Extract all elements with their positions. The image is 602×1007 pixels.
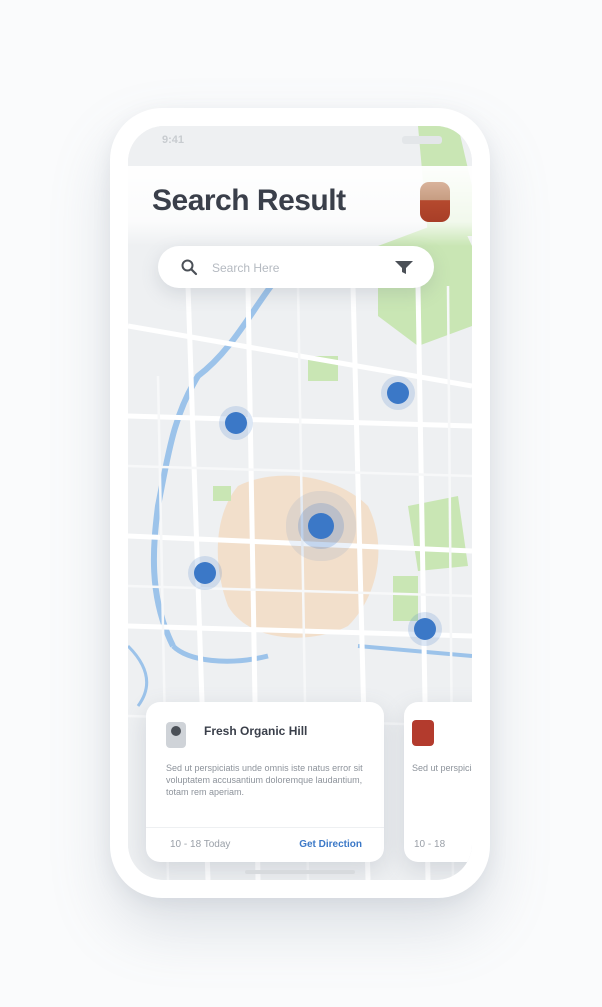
card-title: Fresh Organic Hill [204,724,308,738]
result-cards: Fresh Organic Hill Sed ut perspiciatis u… [128,690,472,880]
get-direction-button[interactable]: Get Direction [299,839,362,850]
store-logo-icon [412,720,434,746]
search-input[interactable] [210,256,374,280]
map-pin[interactable] [387,382,409,404]
result-card[interactable]: Fresh Organic Hill Sed ut perspiciatis u… [146,702,384,862]
status-bar: 9:41 [128,126,472,156]
phone-frame: 9:41 Search Result Fresh Orga [110,108,490,898]
status-icons [402,136,442,144]
card-hours: 10 - 18 Today [170,839,231,850]
search-icon [181,259,198,276]
status-time: 9:41 [162,134,185,146]
user-avatar[interactable] [420,182,450,222]
map-pin[interactable] [414,618,436,640]
map-pin[interactable] [225,412,247,434]
page-title: Search Result [152,184,346,217]
store-logo-icon [166,722,186,748]
search-bar[interactable] [158,246,434,288]
app-screen: 9:41 Search Result Fresh Orga [128,126,472,880]
card-description: Sed ut perspiciatis unde omnis iste natu… [166,763,363,797]
card-footer: 10 - 18 Today Get Direction [146,827,384,862]
current-location-pin[interactable] [308,513,334,539]
map-pin[interactable] [194,562,216,584]
card-description: Sed ut perspiciatis [412,763,472,773]
result-card[interactable]: Sed ut perspiciatis 10 - 18 [404,702,472,862]
filter-icon[interactable] [394,259,414,275]
home-indicator [245,870,355,874]
card-hours: 10 - 18 [414,839,446,850]
